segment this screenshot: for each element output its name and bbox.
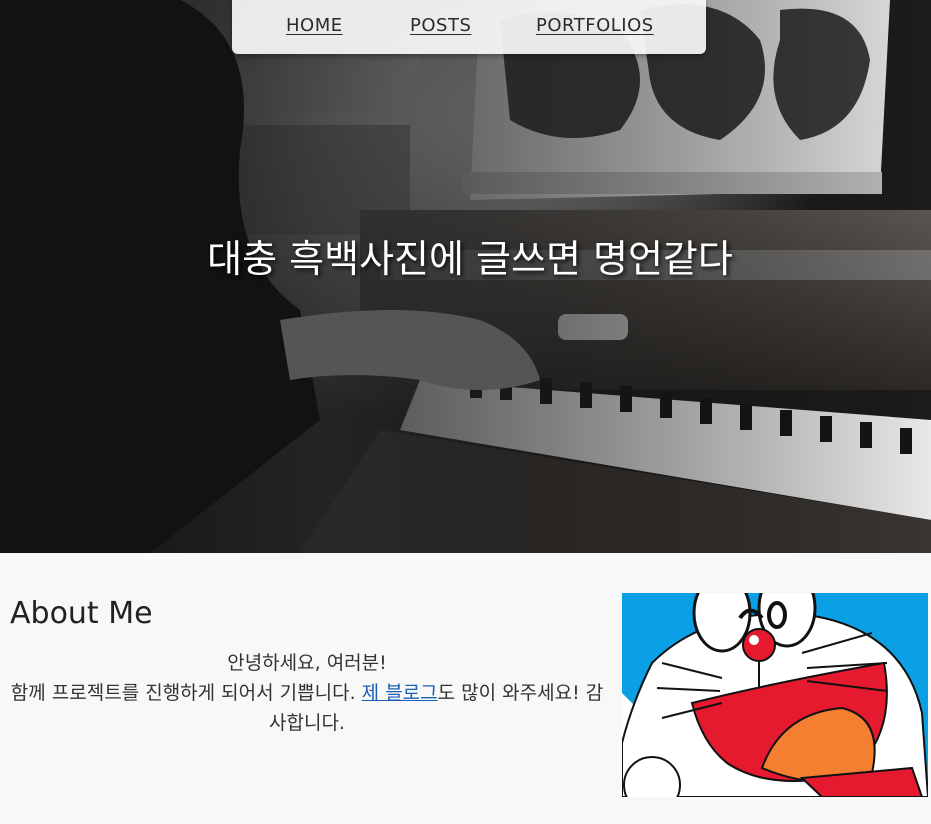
nav-home-link[interactable]: HOME	[286, 15, 343, 36]
blog-link[interactable]: 제 블로그	[362, 682, 438, 704]
hero-banner: 대충 흑백사진에 글쓰면 명언같다	[0, 0, 931, 553]
doraemon-illustration	[622, 593, 928, 797]
nav-portfolios-link[interactable]: PORTFOLIOS	[536, 15, 654, 36]
about-text: 안녕하세요, 여러분! 함께 프로젝트를 진행하게 되어서 기쁩니다. 제 블로…	[10, 648, 604, 738]
hero-title: 대충 흑백사진에 글쓰면 명언같다	[207, 237, 733, 281]
about-heading: About Me	[10, 596, 153, 631]
about-image	[622, 593, 928, 797]
about-greeting: 안녕하세요, 여러분!	[227, 652, 387, 674]
top-nav: HOME POSTS PORTFOLIOS	[232, 0, 706, 54]
nav-posts-link[interactable]: POSTS	[410, 15, 471, 36]
about-text-before-link: 함께 프로젝트를 진행하게 되어서 기쁩니다.	[10, 682, 362, 704]
